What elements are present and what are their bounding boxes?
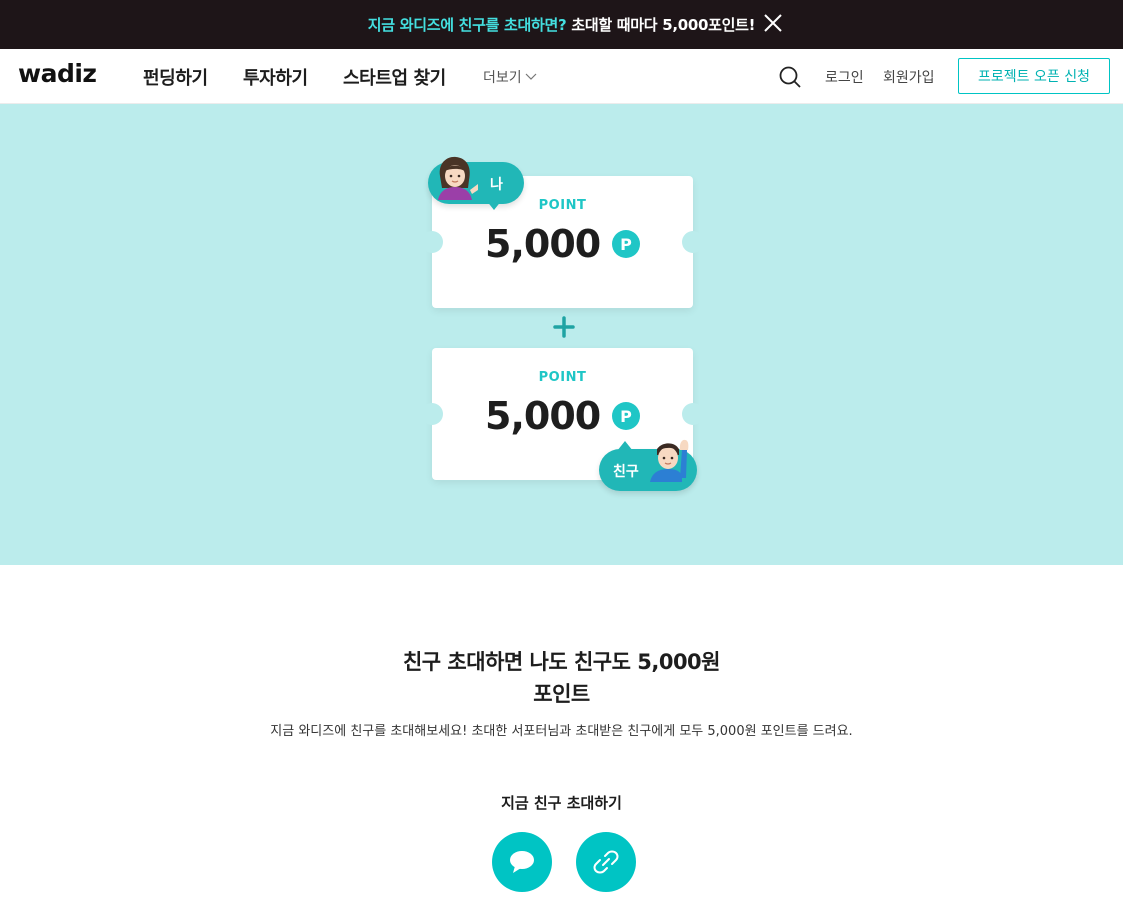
point-coin-icon: P [612, 402, 640, 430]
friend-label: 친구 [613, 464, 639, 480]
link-icon [593, 850, 619, 874]
nav-more-label: 더보기 [483, 70, 522, 86]
ticket-label: POINT [538, 370, 587, 385]
global-nav: wadiz 펀딩하기 투자하기 스타트업 찾기 더보기 로그인 회원가입 프로젝… [0, 49, 1123, 104]
nav-more-menu[interactable]: 더보기 [483, 67, 537, 87]
signup-link[interactable]: 회원가입 [883, 67, 935, 87]
page-title: 친구 초대하면 나도 친구도 5,000원 포인트 [0, 646, 1123, 710]
nav-item-startup[interactable]: 스타트업 찾기 [343, 64, 446, 90]
description-text: 지금 와디즈에 친구를 초대해보세요! 초대한 서포터님과 초대받은 친구에게 … [270, 724, 853, 739]
invite-heading: 지금 친구 초대하기 [501, 794, 622, 812]
ticket-amount: 5,000 [485, 222, 601, 266]
point-coin-icon: P [612, 230, 640, 258]
promo-banner[interactable]: 지금 와디즈에 친구를 초대하면? 초대할 때마다 5,000포인트! [0, 0, 1123, 49]
banner-highlight: 지금 와디즈에 친구를 초대하면? [367, 16, 567, 34]
banner-text: 지금 와디즈에 친구를 초대하면? 초대할 때마다 5,000포인트! [367, 14, 756, 35]
hero-illustration: POINT 5,000 P 나 POINT 5,000 P 친구 [0, 104, 1123, 565]
title-line-2: 포인트 [533, 682, 590, 706]
plus-icon [553, 316, 575, 338]
wadiz-logo[interactable]: wadiz [18, 59, 97, 88]
me-label: 나 [490, 177, 503, 193]
copy-link-button[interactable] [576, 832, 636, 892]
title-line-1: 친구 초대하면 나도 친구도 5,000원 [402, 650, 721, 674]
ticket-amount: 5,000 [485, 394, 601, 438]
project-open-button[interactable]: 프로젝트 오픈 신청 [958, 58, 1110, 94]
chevron-down-icon [525, 73, 537, 80]
woman-avatar-icon [438, 156, 478, 200]
man-avatar-icon [650, 439, 689, 482]
login-link[interactable]: 로그인 [825, 67, 864, 87]
nav-item-invest[interactable]: 투자하기 [243, 64, 308, 90]
kakao-share-button[interactable] [492, 832, 552, 892]
search-icon[interactable] [778, 65, 802, 89]
nav-item-funding[interactable]: 펀딩하기 [143, 64, 208, 90]
close-icon[interactable] [762, 12, 784, 34]
banner-message: 초대할 때마다 5,000포인트! [566, 16, 756, 34]
chat-bubble-icon [510, 851, 534, 873]
